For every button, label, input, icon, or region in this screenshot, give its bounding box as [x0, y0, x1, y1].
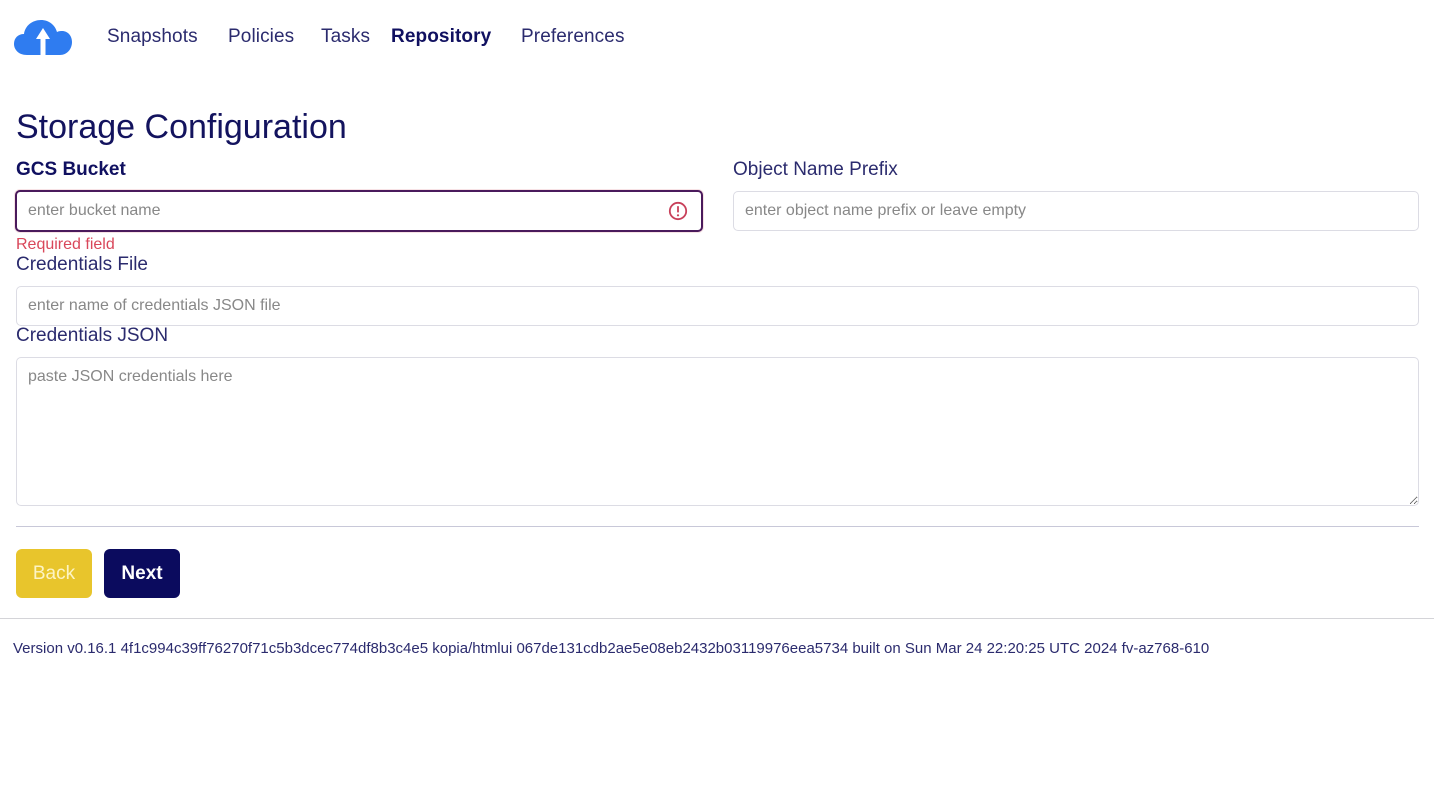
footer-divider [0, 618, 1434, 619]
exclamation-circle-icon [668, 201, 688, 221]
credentials-json-textarea[interactable] [16, 357, 1419, 506]
page-title: Storage Configuration [16, 108, 347, 146]
nav-snapshots[interactable]: Snapshots [107, 26, 198, 48]
next-button[interactable]: Next [104, 549, 180, 598]
nav-policies[interactable]: Policies [228, 26, 294, 48]
cloud-upload-icon[interactable] [13, 19, 73, 57]
gcs-bucket-input[interactable] [15, 190, 703, 232]
version-info: Version v0.16.1 4f1c994c39ff76270f71c5b3… [13, 640, 1210, 657]
bucket-required-error: Required field [16, 236, 115, 253]
back-button[interactable]: Back [16, 549, 92, 598]
form-divider [16, 526, 1419, 527]
nav-repository[interactable]: Repository [391, 26, 491, 48]
credentials-file-label: Credentials File [16, 254, 148, 275]
gcs-bucket-label: GCS Bucket [16, 159, 126, 180]
top-navbar: Snapshots Policies Tasks Repository Pref… [0, 0, 1434, 78]
object-prefix-label: Object Name Prefix [733, 159, 898, 180]
object-prefix-input[interactable] [733, 191, 1419, 231]
credentials-file-input[interactable] [16, 286, 1419, 326]
credentials-json-label: Credentials JSON [16, 325, 169, 346]
nav-preferences[interactable]: Preferences [521, 26, 625, 48]
nav-tasks[interactable]: Tasks [321, 26, 370, 48]
